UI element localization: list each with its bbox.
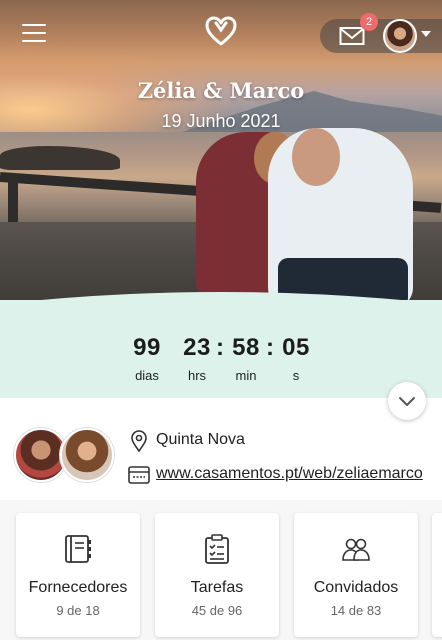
countdown-days: 99 dias xyxy=(130,334,164,383)
browser-window-icon xyxy=(128,466,150,484)
countdown-separator: : xyxy=(266,334,274,361)
countdown-days-value: 99 xyxy=(133,334,161,361)
wedding-date: 19 Junho 2021 xyxy=(161,111,281,131)
countdown-minutes: 58 min xyxy=(229,334,263,383)
envelope-icon[interactable] xyxy=(339,25,365,47)
heart-logo-icon[interactable] xyxy=(205,16,237,46)
countdown-separator: : xyxy=(216,334,224,361)
card-next-partial[interactable] xyxy=(432,513,442,637)
card-count: 9 de 18 xyxy=(56,603,100,618)
countdown-hours-value: 23 xyxy=(183,334,211,361)
notification-badge: 2 xyxy=(360,13,378,31)
wedding-website-link[interactable]: www.casamentos.pt/web/zeliaemarco xyxy=(156,465,428,483)
card-guests[interactable]: Convidados 14 de 83 xyxy=(294,513,418,637)
avatar xyxy=(60,428,114,482)
hamburger-menu-icon xyxy=(22,24,46,26)
clipboard-checklist-icon xyxy=(205,534,229,564)
card-title: Tarefas xyxy=(190,579,244,596)
venue-name: Quinta Nova xyxy=(156,431,245,448)
notebook-icon xyxy=(65,535,91,563)
card-title: Convidados xyxy=(313,579,399,596)
couple-names: Zélia & Marco xyxy=(137,78,305,103)
card-title: Fornecedores xyxy=(28,579,128,596)
countdown-minutes-label: min xyxy=(235,368,257,383)
location-pin-icon xyxy=(131,430,147,452)
menu-button[interactable] xyxy=(22,24,46,46)
countdown-days-label: dias xyxy=(135,368,159,383)
chevron-down-icon[interactable] xyxy=(421,31,431,37)
countdown-seconds: 05 s xyxy=(279,334,313,383)
countdown-seconds-label: s xyxy=(292,368,300,383)
countdown-curve xyxy=(0,292,442,320)
couple-avatars xyxy=(14,428,114,484)
chevron-down-icon xyxy=(399,397,415,406)
countdown-seconds-value: 05 xyxy=(282,334,310,361)
expand-button[interactable] xyxy=(388,382,426,420)
card-tasks[interactable]: Tarefas 45 de 96 xyxy=(155,513,279,637)
card-count: 45 de 96 xyxy=(191,603,243,618)
card-count: 14 de 83 xyxy=(330,603,382,618)
guests-icon xyxy=(342,538,370,561)
user-avatar[interactable] xyxy=(383,19,417,53)
card-vendors[interactable]: Fornecedores 9 de 18 xyxy=(16,513,140,637)
countdown-minutes-value: 58 xyxy=(232,334,260,361)
countdown-hours-label: hrs xyxy=(187,368,207,383)
countdown-hours: 23 hrs xyxy=(180,334,214,383)
